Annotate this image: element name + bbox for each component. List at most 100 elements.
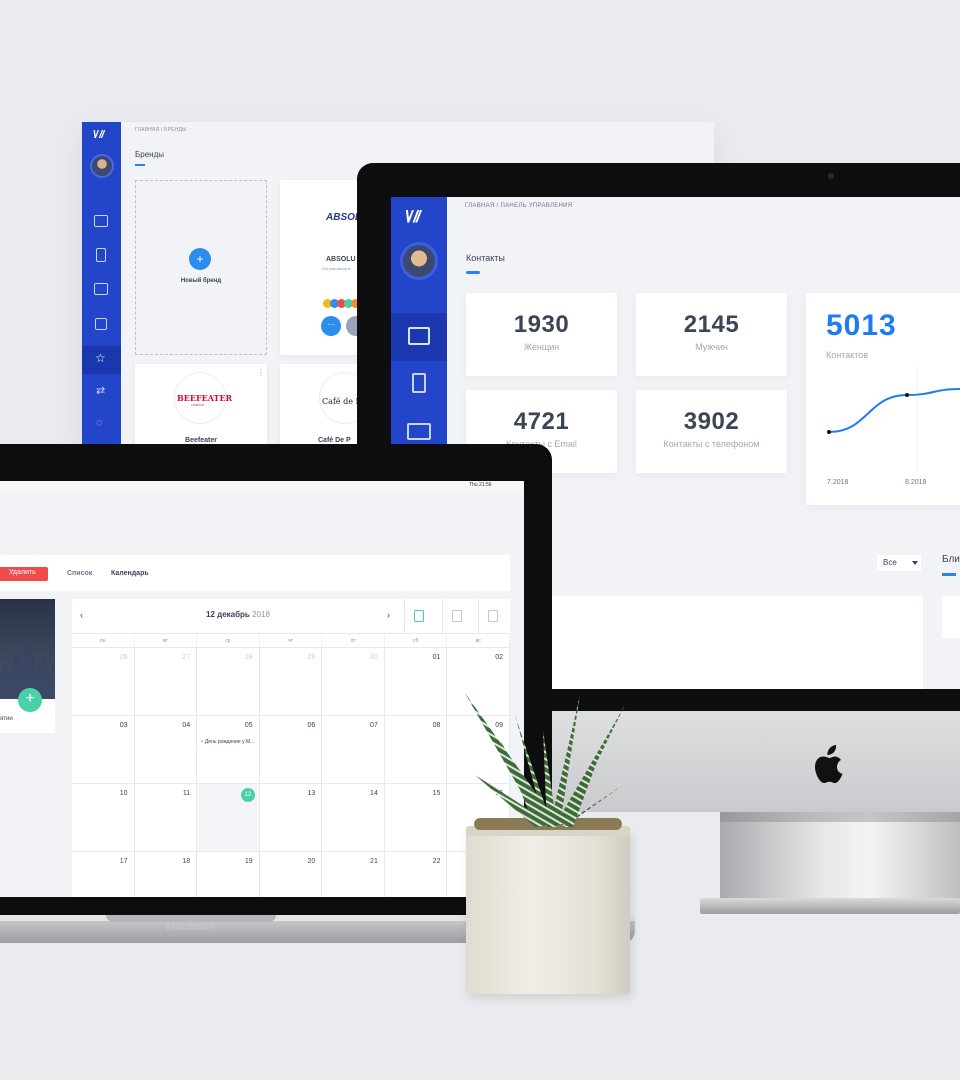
calendar-day[interactable]: 30 [322, 648, 385, 716]
calendar-day[interactable]: 10 [72, 784, 135, 852]
near-section-title: Ближ [942, 554, 960, 565]
calendar-day[interactable]: 26 [72, 648, 135, 716]
delete-button[interactable]: Удалить [0, 567, 48, 581]
stat-card-women: 1930 Женщин [466, 293, 617, 376]
day-number: 01 [432, 654, 441, 661]
weekday-label: пн [72, 634, 135, 647]
weekday-label: чт [260, 634, 323, 647]
breadcrumb: ГЛАВНАЯ / ПАНЕЛЬ УПРАВЛЕНИЯ [465, 203, 573, 209]
list-panel [551, 596, 923, 689]
weekday-label: пт [322, 634, 385, 647]
tab-calendar[interactable]: Календарь [111, 570, 149, 577]
camera-icon [828, 173, 834, 179]
plant-pot [466, 830, 630, 994]
calendar-day[interactable]: 14 [322, 784, 385, 852]
star-icon: ☆ [95, 351, 106, 365]
imac-stand-shadow [720, 812, 960, 822]
day-number: 06 [307, 722, 316, 729]
brand-name: ABSOLU [326, 256, 356, 263]
prev-month-button[interactable]: ‹ [80, 610, 83, 620]
weekday-label: ср [197, 634, 260, 647]
calendar-day[interactable]: 28 [197, 648, 260, 716]
calendar-event[interactable]: День рождение у М... [201, 739, 254, 745]
section-underline [942, 573, 956, 576]
mail-icon[interactable] [407, 423, 431, 440]
calendar-day[interactable]: 12 [197, 784, 260, 852]
day-number: 22 [432, 858, 441, 865]
calendar-day[interactable]: 05 День рождение у М... [197, 716, 260, 784]
calendar-day[interactable]: 27 [134, 648, 198, 716]
calendar-day[interactable]: 20 [260, 852, 323, 897]
data-point [827, 430, 831, 434]
total-value: 5013 [826, 309, 897, 342]
day-number: 15 [432, 790, 441, 797]
add-event-button[interactable]: + [18, 688, 42, 712]
day-number: 27 [182, 654, 191, 661]
brand-logo: BEEFEATER [177, 393, 233, 403]
stat-value: 4721 [513, 408, 570, 435]
app-logo[interactable]: \/ // [93, 129, 104, 141]
day-number: 19 [244, 858, 253, 865]
new-brand-label: Новый бренд [180, 278, 222, 284]
calendar-day[interactable]: 15 [384, 784, 448, 852]
macbook-label: MacBook [166, 921, 216, 933]
calendar-day[interactable]: 08 [384, 716, 448, 784]
calendar-day[interactable]: 01 [384, 648, 448, 716]
calendar-day[interactable]: 06 [259, 716, 323, 784]
more-button[interactable]: ··· [321, 316, 341, 336]
day-number: 18 [182, 858, 191, 865]
next-month-button[interactable]: › [387, 610, 390, 620]
calendar-day[interactable]: 13 [259, 784, 323, 852]
tab-list[interactable]: Список [67, 570, 92, 577]
event-title: ятии [0, 716, 13, 722]
calendar-day[interactable]: 04 [134, 716, 198, 784]
day-number: 04 [182, 722, 191, 729]
calendar-grid: 26 27 28 29 30 01 02 03 04 05 День рождение у М...… [72, 648, 510, 897]
app-logo[interactable]: \/ // [405, 207, 421, 227]
calendar-day[interactable]: 29 [259, 648, 323, 716]
add-brand-button[interactable]: + [189, 248, 211, 270]
week-view-button[interactable] [442, 599, 470, 634]
stat-value: 1930 [513, 311, 570, 338]
day-number: 08 [432, 722, 441, 729]
section-title: Контакты [466, 253, 505, 263]
day-view-button[interactable] [478, 599, 506, 634]
calendar-day[interactable]: 03 [72, 716, 135, 784]
kebab-menu-icon[interactable]: ⋮ [257, 368, 265, 377]
day-number: 29 [307, 654, 316, 661]
day-number: 02 [495, 654, 503, 661]
avatar[interactable] [400, 242, 438, 280]
dashboard-icon[interactable] [94, 215, 108, 227]
side-panel [942, 596, 960, 638]
calendar-day[interactable]: 18 [135, 852, 198, 897]
contacts-icon[interactable] [96, 248, 106, 262]
contacts-icon[interactable] [412, 373, 426, 393]
month-view-button[interactable] [404, 599, 432, 634]
brand-tags [323, 295, 360, 313]
calendar-day[interactable]: 17 [72, 852, 135, 897]
route-icon[interactable]: ⇄ [96, 384, 105, 397]
calendar-day[interactable]: 21 [322, 852, 385, 897]
title-underline [135, 164, 145, 166]
chevron-down-icon[interactable] [912, 561, 918, 565]
calendar-day[interactable]: 07 [322, 716, 385, 784]
day-number: 07 [370, 722, 378, 729]
avatar[interactable] [90, 154, 114, 178]
weekday-label: вт [135, 634, 198, 647]
calendar-screen: Thu 21:56 Удалить Список Календарь + яти… [0, 481, 524, 897]
total-label: Контактов [826, 350, 869, 360]
mail-icon[interactable] [94, 283, 108, 295]
calendar-day[interactable]: 19 [197, 852, 260, 897]
calendar-month: 12 декабрь [206, 610, 250, 619]
weekday-label: сб [385, 634, 448, 647]
menubar [0, 481, 524, 490]
contacts-line-chart [827, 367, 960, 472]
chat-icon[interactable]: ◌ [96, 417, 103, 429]
calendar-day-icon [487, 610, 498, 622]
calendar-day[interactable]: 22 [385, 852, 448, 897]
calendar-title: 12 декабрь 2018 [206, 610, 270, 619]
imac-stand [720, 812, 960, 912]
calendar-week-icon [451, 610, 462, 622]
calendar-icon[interactable] [95, 318, 107, 330]
calendar-day[interactable]: 11 [134, 784, 198, 852]
